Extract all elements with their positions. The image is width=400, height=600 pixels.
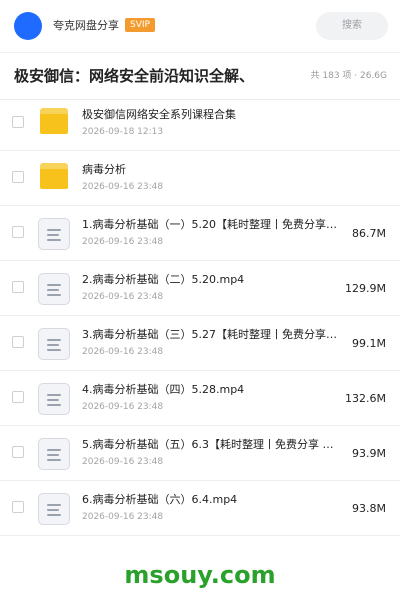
select-checkbox[interactable] [12, 336, 24, 348]
select-checkbox[interactable] [12, 171, 24, 183]
item-date: 2026-09-16 23:48 [82, 292, 164, 302]
top-bar: 夸克网盘分享 SVIP 搜索 [0, 0, 400, 52]
item-date: 2026-09-16 23:48 [82, 182, 164, 192]
app-name: 夸克网盘分享 [53, 19, 119, 32]
item-date: 2026-09-16 23:48 [82, 237, 164, 247]
item-date: 2026-09-16 23:48 [82, 347, 164, 357]
document-icon [38, 218, 70, 250]
avatar[interactable] [14, 12, 42, 40]
page-title: 极安御信：网络安全前沿知识全解、 [14, 67, 255, 85]
item-name: 病毒分析 [82, 163, 126, 176]
document-icon [38, 493, 70, 525]
file-list: 极安御信网络安全系列课程合集 2026-09-18 12:13 病毒分析 202… [0, 96, 400, 536]
list-item[interactable]: 6.病毒分析基础（六）6.4.mp4 2026-09-16 23:48 93.8… [0, 481, 400, 536]
select-checkbox[interactable] [12, 281, 24, 293]
item-name: 1.病毒分析基础（一）5.20【耗时整理丨免费分享丨… [82, 218, 338, 231]
item-size: 132.6M [345, 392, 386, 405]
item-name: 5.病毒分析基础（五）6.3【耗时整理丨免费分享 … [82, 438, 334, 451]
item-date: 2026-09-16 23:48 [82, 512, 164, 522]
select-checkbox[interactable] [12, 446, 24, 458]
select-checkbox[interactable] [12, 391, 24, 403]
item-name: 极安御信网络安全系列课程合集 [82, 108, 236, 121]
list-item[interactable]: 2.病毒分析基础（二）5.20.mp4 2026-09-16 23:48 129… [0, 261, 400, 316]
list-item[interactable]: 5.病毒分析基础（五）6.3【耗时整理丨免费分享 … 2026-09-16 23… [0, 426, 400, 481]
item-size: 93.9M [352, 447, 386, 460]
list-item[interactable]: 极安御信网络安全系列课程合集 2026-09-18 12:13 [0, 96, 400, 151]
folder-icon [40, 163, 68, 189]
watermark: msouy.com [124, 561, 276, 589]
select-checkbox[interactable] [12, 226, 24, 238]
document-icon [38, 438, 70, 470]
select-checkbox[interactable] [12, 501, 24, 513]
item-name: 3.病毒分析基础（三）5.27【耗时整理丨免费分享丨… [82, 328, 338, 341]
item-date: 2026-09-18 12:13 [82, 127, 164, 137]
folder-meta: 共 183 项 · 26.6G [310, 71, 388, 81]
item-name: 6.病毒分析基础（六）6.4.mp4 [82, 493, 238, 506]
folder-header: 极安御信：网络安全前沿知识全解、 共 183 项 · 26.6G [0, 52, 400, 100]
search-input[interactable]: 搜索 [316, 12, 388, 40]
document-icon [38, 383, 70, 415]
item-size: 129.9M [345, 282, 386, 295]
list-item[interactable]: 3.病毒分析基础（三）5.27【耗时整理丨免费分享丨… 2026-09-16 2… [0, 316, 400, 371]
item-name: 4.病毒分析基础（四）5.28.mp4 [82, 383, 245, 396]
item-size: 86.7M [352, 227, 386, 240]
item-date: 2026-09-16 23:48 [82, 457, 164, 467]
item-name: 2.病毒分析基础（二）5.20.mp4 [82, 273, 245, 286]
list-item[interactable]: 1.病毒分析基础（一）5.20【耗时整理丨免费分享丨… 2026-09-16 2… [0, 206, 400, 261]
list-item[interactable]: 病毒分析 2026-09-16 23:48 [0, 151, 400, 206]
folder-icon [40, 108, 68, 134]
document-icon [38, 273, 70, 305]
list-item[interactable]: 4.病毒分析基础（四）5.28.mp4 2026-09-16 23:48 132… [0, 371, 400, 426]
select-checkbox[interactable] [12, 116, 24, 128]
item-date: 2026-09-16 23:48 [82, 402, 164, 412]
svip-badge: SVIP [125, 18, 155, 32]
item-size: 93.8M [352, 502, 386, 515]
document-icon [38, 328, 70, 360]
item-size: 99.1M [352, 337, 386, 350]
